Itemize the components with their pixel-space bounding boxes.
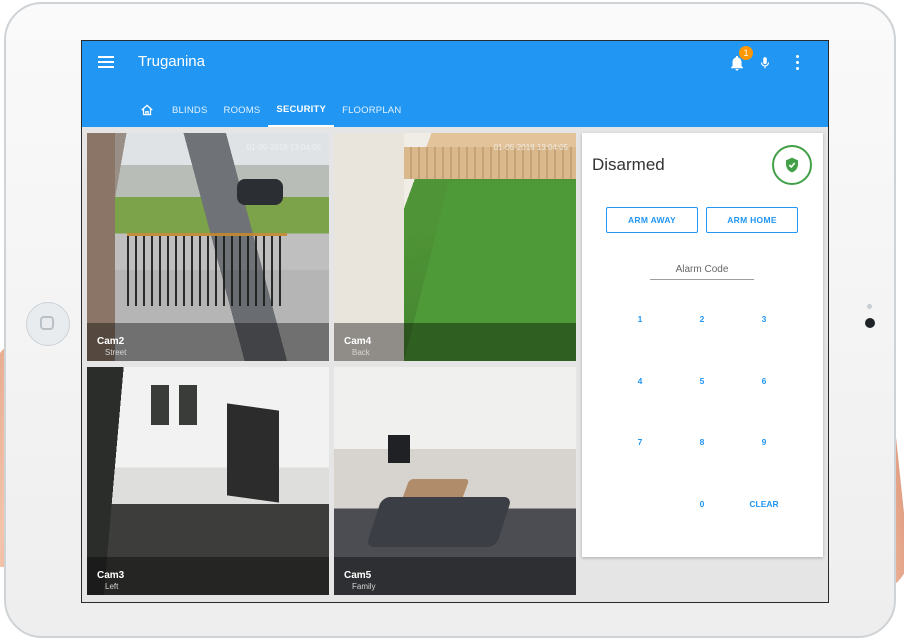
tablet-camera (865, 318, 875, 328)
arm-away-button[interactable]: ARM AWAY (606, 207, 698, 233)
camera-location: Street (105, 348, 127, 357)
keypad-key-5[interactable]: 5 (682, 370, 722, 392)
camera-location: Left (105, 582, 119, 591)
camera-timestamp: 01-05-2018 13:04:05 (493, 143, 568, 152)
keypad-key-6[interactable]: 6 (744, 370, 784, 392)
scene-door (227, 403, 279, 503)
camera-location: Family (352, 582, 376, 591)
app-screen: Truganina 1 BLINDS ROOMS SECURITY FLOORP… (81, 40, 829, 603)
scene-sofa (365, 497, 513, 547)
camera-name: Cam4 (344, 336, 372, 347)
camera-tile-cam4[interactable]: 01-05-2018 13:04:05 Cam4 Back (334, 133, 576, 361)
scene-window (179, 385, 197, 425)
app-header: Truganina 1 BLINDS ROOMS SECURITY FLOORP… (82, 41, 828, 127)
camera-timestamp: 01-05-2018 13:04:06 (493, 377, 568, 386)
keypad-key-8[interactable]: 8 (682, 431, 722, 453)
keypad-key-7[interactable]: 7 (620, 431, 660, 453)
alarm-status-badge (772, 145, 812, 185)
tablet-sensor (867, 304, 872, 309)
camera-tile-cam5[interactable]: 01-05-2018 13:04:06 Cam5 Family (334, 367, 576, 595)
camera-timestamp: 01-05-2018 13:04:05 (246, 143, 321, 152)
mic-icon[interactable] (758, 53, 772, 73)
tab-security[interactable]: SECURITY (268, 93, 335, 127)
keypad-key-4[interactable]: 4 (620, 370, 660, 392)
more-vert-icon[interactable] (794, 55, 800, 71)
keypad-key-9[interactable]: 9 (744, 431, 784, 453)
scene-fence (127, 233, 287, 306)
camera-location: Back (352, 348, 370, 357)
scene-window (151, 385, 169, 425)
keypad-key-1[interactable]: 1 (620, 308, 660, 330)
keypad-key-3[interactable]: 3 (744, 308, 784, 330)
scene-car (237, 179, 283, 205)
app-title: Truganina (138, 53, 205, 70)
camera-name: Cam3 (97, 570, 125, 581)
tab-home[interactable] (134, 93, 164, 127)
tablet-home-button[interactable] (26, 302, 70, 346)
scene-tv (388, 435, 410, 463)
tab-bar: BLINDS ROOMS SECURITY FLOORPLAN (134, 93, 409, 127)
tab-rooms[interactable]: ROOMS (216, 93, 269, 127)
keypad-clear-button[interactable]: CLEAR (744, 493, 784, 515)
tab-blinds[interactable]: BLINDS (164, 93, 216, 127)
tab-floorplan[interactable]: FLOORPLAN (334, 93, 409, 127)
camera-tile-cam2[interactable]: 01-05-2018 13:04:05 Cam2 Street (87, 133, 329, 361)
camera-tile-cam3[interactable]: 01-05-2018 13:04:05 Cam3 Left (87, 367, 329, 595)
arm-home-button[interactable]: ARM HOME (706, 207, 798, 233)
notification-badge: 1 (739, 46, 753, 60)
camera-name: Cam2 (97, 336, 125, 347)
home-icon (141, 104, 153, 116)
keypad-key-2[interactable]: 2 (682, 308, 722, 330)
alarm-state: Disarmed (592, 155, 665, 174)
menu-icon[interactable] (98, 55, 114, 69)
alarm-code-input[interactable] (650, 259, 754, 280)
camera-timestamp: 01-05-2018 13:04:05 (246, 377, 321, 386)
keypad-key-0[interactable]: 0 (682, 493, 722, 515)
camera-name: Cam5 (344, 570, 372, 581)
alarm-panel: Disarmed ARM AWAY ARM HOME 1 2 3 4 5 6 7… (582, 133, 823, 557)
shield-check-icon (786, 157, 798, 173)
alarm-code-field[interactable] (650, 259, 754, 281)
